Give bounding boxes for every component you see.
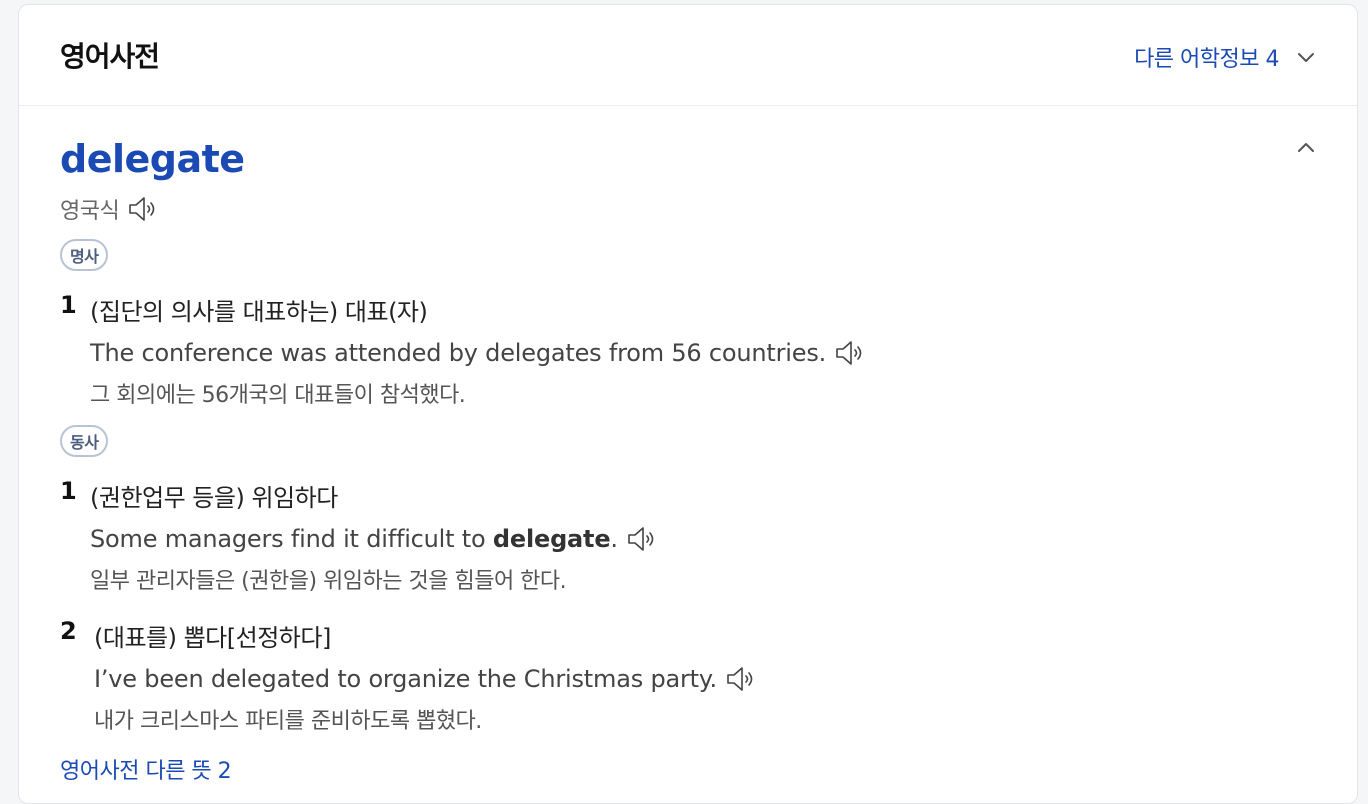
speaker-icon[interactable] [626, 525, 660, 553]
example-english-post: . [610, 525, 618, 553]
example-english: The conference was attended by delegates… [90, 339, 868, 367]
other-language-info-toggle[interactable]: 다른 어학정보 4 [1134, 41, 1317, 73]
example-english-pre: Some managers find it difficult to [90, 525, 493, 553]
speaker-icon[interactable] [127, 195, 161, 223]
chevron-up-icon[interactable] [1295, 137, 1317, 159]
sense-meaning: (집단의 의사를 대표하는) 대표(자) [90, 298, 428, 326]
chevron-down-icon [1298, 53, 1314, 62]
sense-number: 2 [60, 617, 77, 645]
sense-number: 1 [60, 477, 77, 505]
more-meanings-link[interactable]: 영어사전 다른 뜻 2 [60, 753, 232, 785]
pronunciation-label: 영국식 [60, 199, 120, 224]
sense-meaning: (권한업무 등을) 위임하다 [90, 484, 338, 512]
speaker-icon[interactable] [725, 665, 759, 693]
sense-number: 1 [60, 291, 77, 319]
pronunciation: 영국식 [60, 193, 161, 225]
speaker-icon[interactable] [834, 339, 868, 367]
dictionary-card: 영어사전 다른 어학정보 4 delegate 영국식 명사 1 (집단의 의사… [18, 4, 1358, 804]
section-title: 영어사전 [60, 40, 160, 73]
other-language-info-label: 다른 어학정보 4 [1134, 47, 1279, 72]
sense-meaning: (대표를) 뽑다[선정하다] [94, 624, 331, 652]
card-header: 영어사전 다른 어학정보 4 [19, 5, 1357, 106]
pos-badge-verb: 동사 [60, 425, 109, 457]
example-english-text: The conference was attended by delegates… [90, 339, 827, 367]
example-korean: 그 회의에는 56개국의 대표들이 참석했다. [90, 383, 466, 408]
example-english: Some managers find it difficult to deleg… [90, 525, 660, 553]
example-english-keyword: delegate [492, 525, 611, 553]
example-english: I’ve been delegated to organize the Chri… [94, 665, 759, 693]
example-english-text: I’ve been delegated to organize the Chri… [94, 665, 717, 693]
pos-badge-noun: 명사 [60, 239, 109, 271]
example-korean: 일부 관리자들은 (권한을) 위임하는 것을 힘들어 한다. [90, 569, 567, 594]
example-korean: 내가 크리스마스 파티를 준비하도록 뽑혔다. [94, 709, 482, 734]
headword[interactable]: delegate [60, 137, 245, 181]
